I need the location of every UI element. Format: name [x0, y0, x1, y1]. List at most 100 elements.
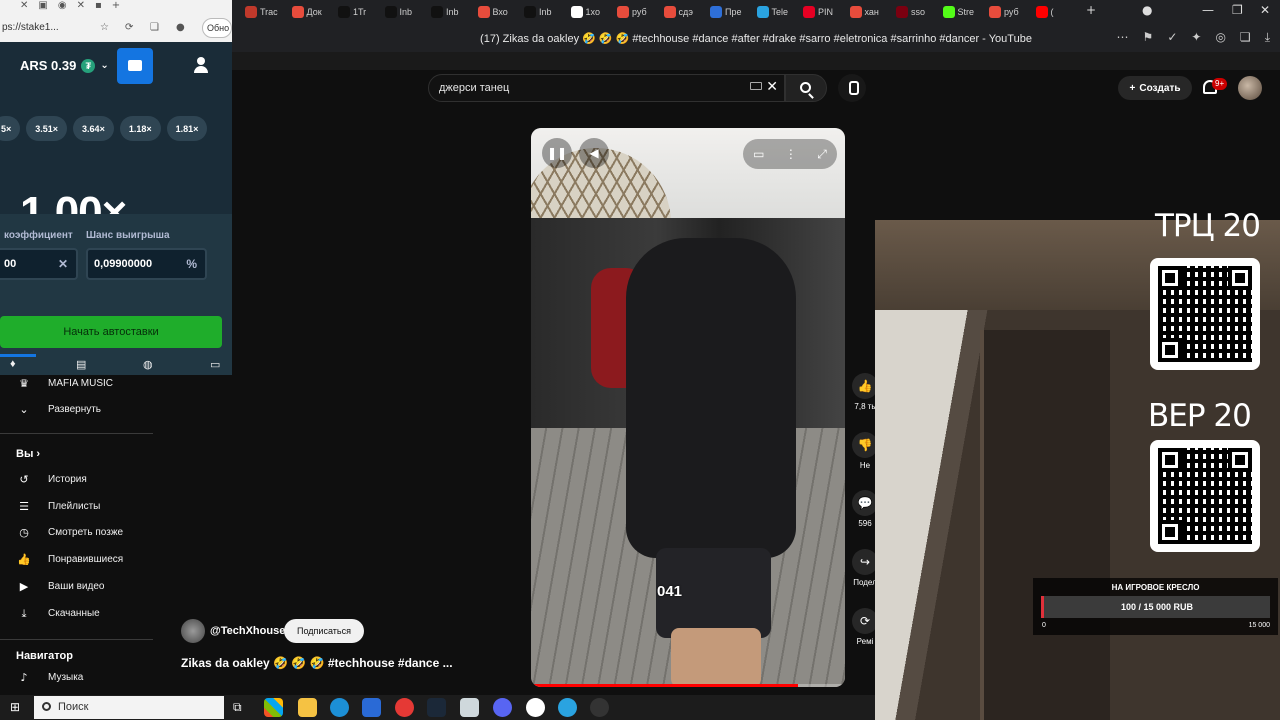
more-icon[interactable]: ⋮ — [785, 147, 797, 161]
browser-tab[interactable]: Док — [291, 2, 332, 22]
taskbar-search[interactable]: Поиск — [34, 696, 224, 719]
explorer-icon[interactable] — [298, 698, 317, 717]
clear-icon[interactable]: ✕ — [58, 257, 68, 271]
tab-icon[interactable]: ◉ — [58, 0, 67, 16]
channel-avatar[interactable] — [181, 619, 205, 643]
sidebar-item-label: Понравившиеся — [48, 554, 124, 566]
close-icon[interactable]: ✕ — [77, 0, 85, 16]
microsoft-store-icon[interactable] — [264, 698, 283, 717]
fullscreen-icon[interactable]: ⤢ — [817, 147, 827, 162]
chat-icon[interactable]: ▭ — [210, 358, 220, 371]
browser-tab[interactable]: sso — [896, 2, 936, 22]
wallet-button[interactable] — [117, 48, 153, 84]
yandex-browser-icon[interactable] — [526, 698, 545, 717]
sidebar-item[interactable]: ◷ Смотреть позже — [0, 522, 155, 544]
browser-tab[interactable]: Пре — [710, 2, 750, 22]
extensions-icon[interactable]: ✦ — [1191, 30, 1201, 45]
tab-favicon-icon — [570, 6, 583, 18]
sidebar-item[interactable]: ↺ История — [0, 469, 155, 491]
browser-tab[interactable]: Trac — [245, 2, 285, 22]
browser-tab[interactable]: хан — [849, 2, 890, 22]
app-icon[interactable] — [460, 698, 479, 717]
shield-icon[interactable]: ▣ — [38, 0, 47, 16]
more-icon[interactable]: ⋯ — [1117, 30, 1129, 45]
close-window-button[interactable]: ✕ — [1260, 3, 1270, 17]
browser-tab[interactable]: Inb — [431, 2, 471, 22]
user-icon[interactable] — [193, 57, 209, 73]
you-section-title[interactable]: Вы › — [16, 448, 40, 460]
new-tab-button[interactable]: + — [112, 0, 120, 16]
video-progress-bar[interactable] — [531, 684, 845, 687]
sidebar-item[interactable]: 👍 Понравившиеся — [0, 549, 155, 571]
search-button[interactable] — [785, 74, 827, 102]
account-avatar[interactable] — [1238, 76, 1262, 100]
windows-start-icon[interactable]: ⊞ — [10, 700, 20, 714]
channel-name[interactable]: @TechXhouse — [210, 625, 285, 637]
sidebar-item[interactable]: ☰ Плейлисты — [0, 496, 155, 518]
clear-search-icon[interactable]: ✕ — [766, 79, 778, 95]
browser-tab[interactable]: ( — [1035, 2, 1076, 22]
balance-selector[interactable]: ARS 0.39 ₮ ⌄ — [20, 58, 109, 73]
sidebar-item[interactable]: ▶ Ваши видео — [0, 576, 155, 598]
profile-icon[interactable]: ● — [1142, 3, 1152, 17]
profile-icon[interactable]: ● — [176, 22, 185, 33]
obs-icon[interactable] — [590, 698, 609, 717]
create-button[interactable]: + Создать — [1118, 76, 1192, 100]
update-button[interactable]: Обно — [202, 18, 232, 38]
sidebar-expand[interactable]: ⌄ Развернуть — [0, 399, 155, 421]
browser-tab[interactable]: PIN — [803, 2, 843, 22]
volume-icon[interactable]: ◀ — [579, 138, 609, 168]
browser-tab[interactable]: Inb — [524, 2, 564, 22]
browser-tab[interactable]: Stre — [942, 2, 983, 22]
pause-icon[interactable]: ❚❚ — [542, 138, 572, 168]
browser-tab[interactable]: руб — [617, 2, 657, 22]
keyboard-icon[interactable] — [750, 82, 762, 90]
chance-label: Шанс выигрыша — [86, 230, 170, 241]
discord-icon[interactable] — [493, 698, 512, 717]
sports-icon[interactable]: ◍ — [143, 358, 153, 371]
sidebar-item[interactable]: ⤓ Скачанные — [0, 603, 155, 625]
browser-tab[interactable]: сдэ — [663, 2, 704, 22]
sidebar-item-music[interactable]: ♪ Музыка — [0, 667, 155, 689]
new-tab-button[interactable]: + — [1086, 3, 1096, 17]
overlay-url-bar[interactable]: ps://stake1... ☆ ⟳ ❏ ● — [0, 22, 232, 36]
voice-search-button[interactable] — [838, 74, 866, 102]
steam-icon[interactable] — [427, 698, 446, 717]
browser-tab[interactable]: Tele — [756, 2, 797, 22]
collections-icon[interactable]: ❏ — [150, 22, 159, 33]
browser-tab[interactable]: Inb — [384, 2, 425, 22]
vk-icon[interactable]: ✓ — [1167, 30, 1177, 45]
miniplayer-icon[interactable]: ▭ — [753, 147, 764, 161]
tab-icon[interactable]: ▪ — [95, 0, 102, 16]
coef-field[interactable]: 00 ✕ — [0, 248, 78, 280]
browser-tab[interactable]: 1xo — [570, 2, 611, 22]
restore-button[interactable]: ❐ — [1232, 3, 1243, 17]
refresh-icon[interactable]: ⟳ — [125, 22, 133, 33]
chance-field[interactable]: 0,09900000% — [86, 248, 207, 280]
task-view-icon[interactable]: ⧉ — [233, 700, 242, 715]
short-video-player[interactable]: 041 ❚❚ ◀ ▭ ⋮ ⤢ — [531, 128, 845, 687]
download-icon[interactable]: ⤓ — [1265, 30, 1270, 45]
close-icon[interactable]: ✕ — [20, 0, 28, 16]
collections-icon[interactable]: ❏ — [1240, 30, 1251, 45]
browser-tab[interactable]: руб — [989, 2, 1029, 22]
browser-tab[interactable]: 1Tr — [338, 2, 378, 22]
start-autobet-button[interactable]: Начать автоставки — [0, 316, 222, 348]
star-icon[interactable]: ☆ — [100, 22, 109, 33]
sidebar-item-mafia-music[interactable]: ♛ MAFIA MUSIC — [0, 373, 155, 395]
casino-icon[interactable]: ♦ — [10, 358, 16, 370]
mail-icon[interactable] — [362, 698, 381, 717]
address-bar[interactable]: (17) Zikas da oakley 🤣 🤣 🤣 #techhouse #d… — [232, 24, 1280, 52]
screenshot-icon[interactable]: ◎ — [1215, 30, 1225, 45]
bets-icon[interactable]: ▤ — [76, 358, 86, 371]
yandex-icon[interactable] — [395, 698, 414, 717]
video-title[interactable]: Zikas da oakley 🤣 🤣 🤣 #techhouse #dance … — [181, 656, 481, 670]
subscribe-button[interactable]: Подписаться — [284, 619, 364, 643]
telegram-icon[interactable] — [558, 698, 577, 717]
search-input[interactable]: джерси танец ✕ — [428, 74, 785, 102]
search-icon — [42, 702, 51, 711]
edge-icon[interactable] — [330, 698, 349, 717]
browser-tab[interactable]: Вхо — [477, 2, 518, 22]
minimize-button[interactable]: — — [1202, 3, 1214, 17]
bookmark-icon[interactable]: ⚑ — [1143, 30, 1154, 45]
